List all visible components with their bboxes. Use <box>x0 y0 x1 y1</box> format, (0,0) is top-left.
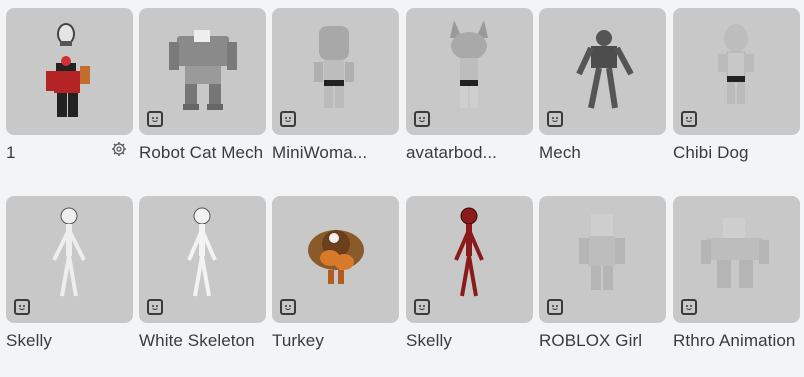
costume-name: ROBLOX Girl <box>539 331 643 350</box>
costume-thumbnail[interactable] <box>406 8 533 135</box>
costume-card[interactable]: White Skeleton <box>139 196 266 352</box>
gear-icon[interactable] <box>111 141 127 157</box>
costume-badge-icon <box>280 299 296 315</box>
costume-card[interactable]: Skelly <box>6 196 133 352</box>
costume-thumbnail[interactable] <box>539 196 666 323</box>
costume-name: Turkey <box>272 331 324 350</box>
costume-badge-icon <box>547 111 563 127</box>
avatar-figure <box>46 23 90 117</box>
costume-name: Skelly <box>406 331 452 350</box>
costume-badge-icon <box>681 299 697 315</box>
costume-card[interactable]: Turkey <box>272 196 399 352</box>
costume-thumbnail[interactable] <box>406 196 533 323</box>
costume-name: Mech <box>539 143 581 162</box>
costume-thumbnail[interactable] <box>139 8 266 135</box>
costume-thumbnail[interactable] <box>539 8 666 135</box>
costume-card[interactable]: MiniWoma... <box>272 8 399 164</box>
costume-thumbnail[interactable] <box>6 8 133 135</box>
costume-thumbnail[interactable] <box>673 196 800 323</box>
costume-name: Skelly <box>6 331 52 350</box>
costume-thumbnail[interactable] <box>272 196 399 323</box>
costume-name: Rthro Animation <box>673 331 796 350</box>
costume-card[interactable]: Mech <box>539 8 666 164</box>
costume-card[interactable]: Rthro Animation <box>673 196 800 352</box>
costume-card[interactable]: Skelly <box>406 196 533 352</box>
costume-badge-icon <box>14 299 30 315</box>
costume-thumbnail[interactable] <box>673 8 800 135</box>
costume-name: Chibi Dog <box>673 143 749 162</box>
costume-name: White Skeleton <box>139 331 255 350</box>
costume-card[interactable]: avatarbod... <box>406 8 533 164</box>
costume-card[interactable]: Robot Cat Mech <box>139 8 266 164</box>
costume-card[interactable]: 1 <box>6 8 133 164</box>
costume-badge-icon <box>280 111 296 127</box>
avatar-costume-grid: 1 Robot Cat Mech MiniWoma... avatarbod..… <box>0 0 804 377</box>
costume-card[interactable]: ROBLOX Girl <box>539 196 666 352</box>
costume-badge-icon <box>147 111 163 127</box>
costume-name: avatarbod... <box>406 143 497 162</box>
costume-thumbnail[interactable] <box>272 8 399 135</box>
costume-badge-icon <box>414 111 430 127</box>
costume-thumbnail[interactable] <box>139 196 266 323</box>
costume-name: MiniWoma... <box>272 143 368 162</box>
costume-thumbnail[interactable] <box>6 196 133 323</box>
costume-name: Robot Cat Mech <box>139 143 264 162</box>
costume-badge-icon <box>414 299 430 315</box>
costume-badge-icon <box>147 299 163 315</box>
costume-card[interactable]: Chibi Dog <box>673 8 800 164</box>
costume-badge-icon <box>681 111 697 127</box>
costume-badge-icon <box>547 299 563 315</box>
